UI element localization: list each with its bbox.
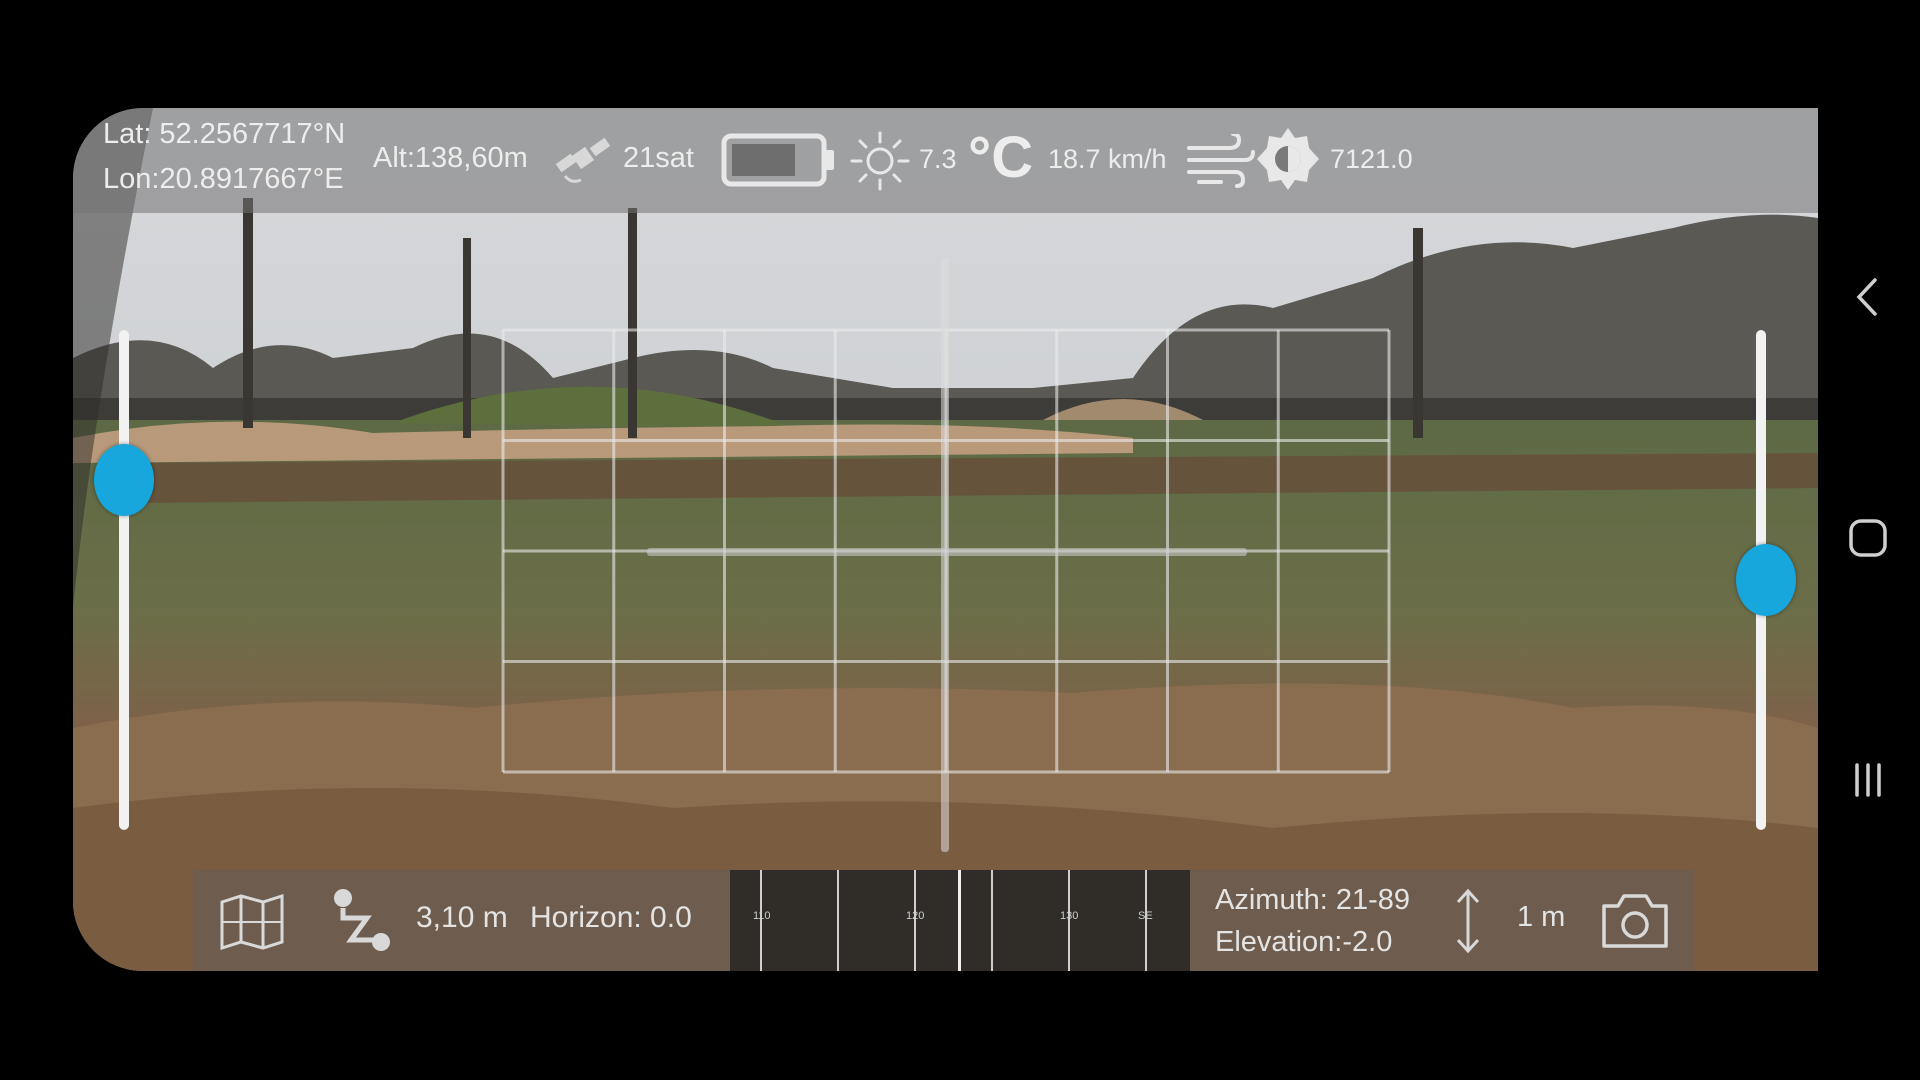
horizon-line	[647, 548, 1247, 556]
nav-recents-icon[interactable]	[1851, 760, 1885, 800]
satellite-icon	[555, 137, 611, 183]
light-value: 7121.0	[1330, 144, 1413, 174]
bottom-toolbar: 3,10 m Horizon: 0.0 110 120 130 SE Azimu…	[193, 870, 1693, 971]
azimuth-readout: Azimuth: 21-89	[1215, 884, 1411, 916]
map-icon[interactable]	[219, 894, 285, 950]
distance-readout: 3,10 m	[416, 901, 508, 934]
vertical-arrow-icon[interactable]	[1453, 886, 1483, 956]
nav-home-icon[interactable]	[1848, 518, 1888, 558]
temperature-unit: °C	[968, 125, 1034, 190]
horizon-readout: Horizon: 0.0	[530, 901, 692, 934]
satellite-count: 21sat	[623, 142, 694, 174]
compass-tick	[1145, 870, 1147, 971]
left-zoom-slider-thumb[interactable]	[94, 444, 154, 516]
wind-icon	[1187, 134, 1255, 188]
compass-tick	[1068, 870, 1070, 971]
compass-tick	[914, 870, 916, 971]
wind-speed: 18.7 km/h	[1048, 144, 1167, 174]
compass-tick	[760, 870, 762, 971]
camera-icon[interactable]	[1600, 890, 1670, 950]
brightness-value: 7.3	[919, 144, 957, 174]
right-exposure-slider-thumb[interactable]	[1736, 544, 1796, 616]
compass-tick	[991, 870, 993, 971]
latitude-readout: Lat: 52.2567717°N	[103, 118, 346, 150]
elevation-readout: Elevation:-2.0	[1215, 926, 1393, 958]
longitude-readout: Lon:20.8917667°E	[103, 163, 344, 195]
nav-back-icon[interactable]	[1853, 276, 1883, 318]
battery-icon	[721, 133, 834, 187]
sun-icon	[850, 131, 910, 191]
compass-strip[interactable]: 110 120 130 SE	[730, 870, 1190, 971]
height-value: 1 m	[1517, 901, 1566, 933]
camera-screen: Lat: 52.2567717°N Lon:20.8917667°E Alt:1…	[73, 108, 1818, 971]
light-meter-icon	[1257, 128, 1319, 190]
left-zoom-slider-track[interactable]	[119, 330, 129, 830]
altitude-readout: Alt:138,60m	[373, 142, 528, 174]
status-bar: Lat: 52.2567717°N Lon:20.8917667°E Alt:1…	[73, 108, 1818, 213]
compass-tick	[837, 870, 839, 971]
compass-center-marker	[958, 870, 961, 971]
route-icon[interactable]	[329, 884, 395, 958]
